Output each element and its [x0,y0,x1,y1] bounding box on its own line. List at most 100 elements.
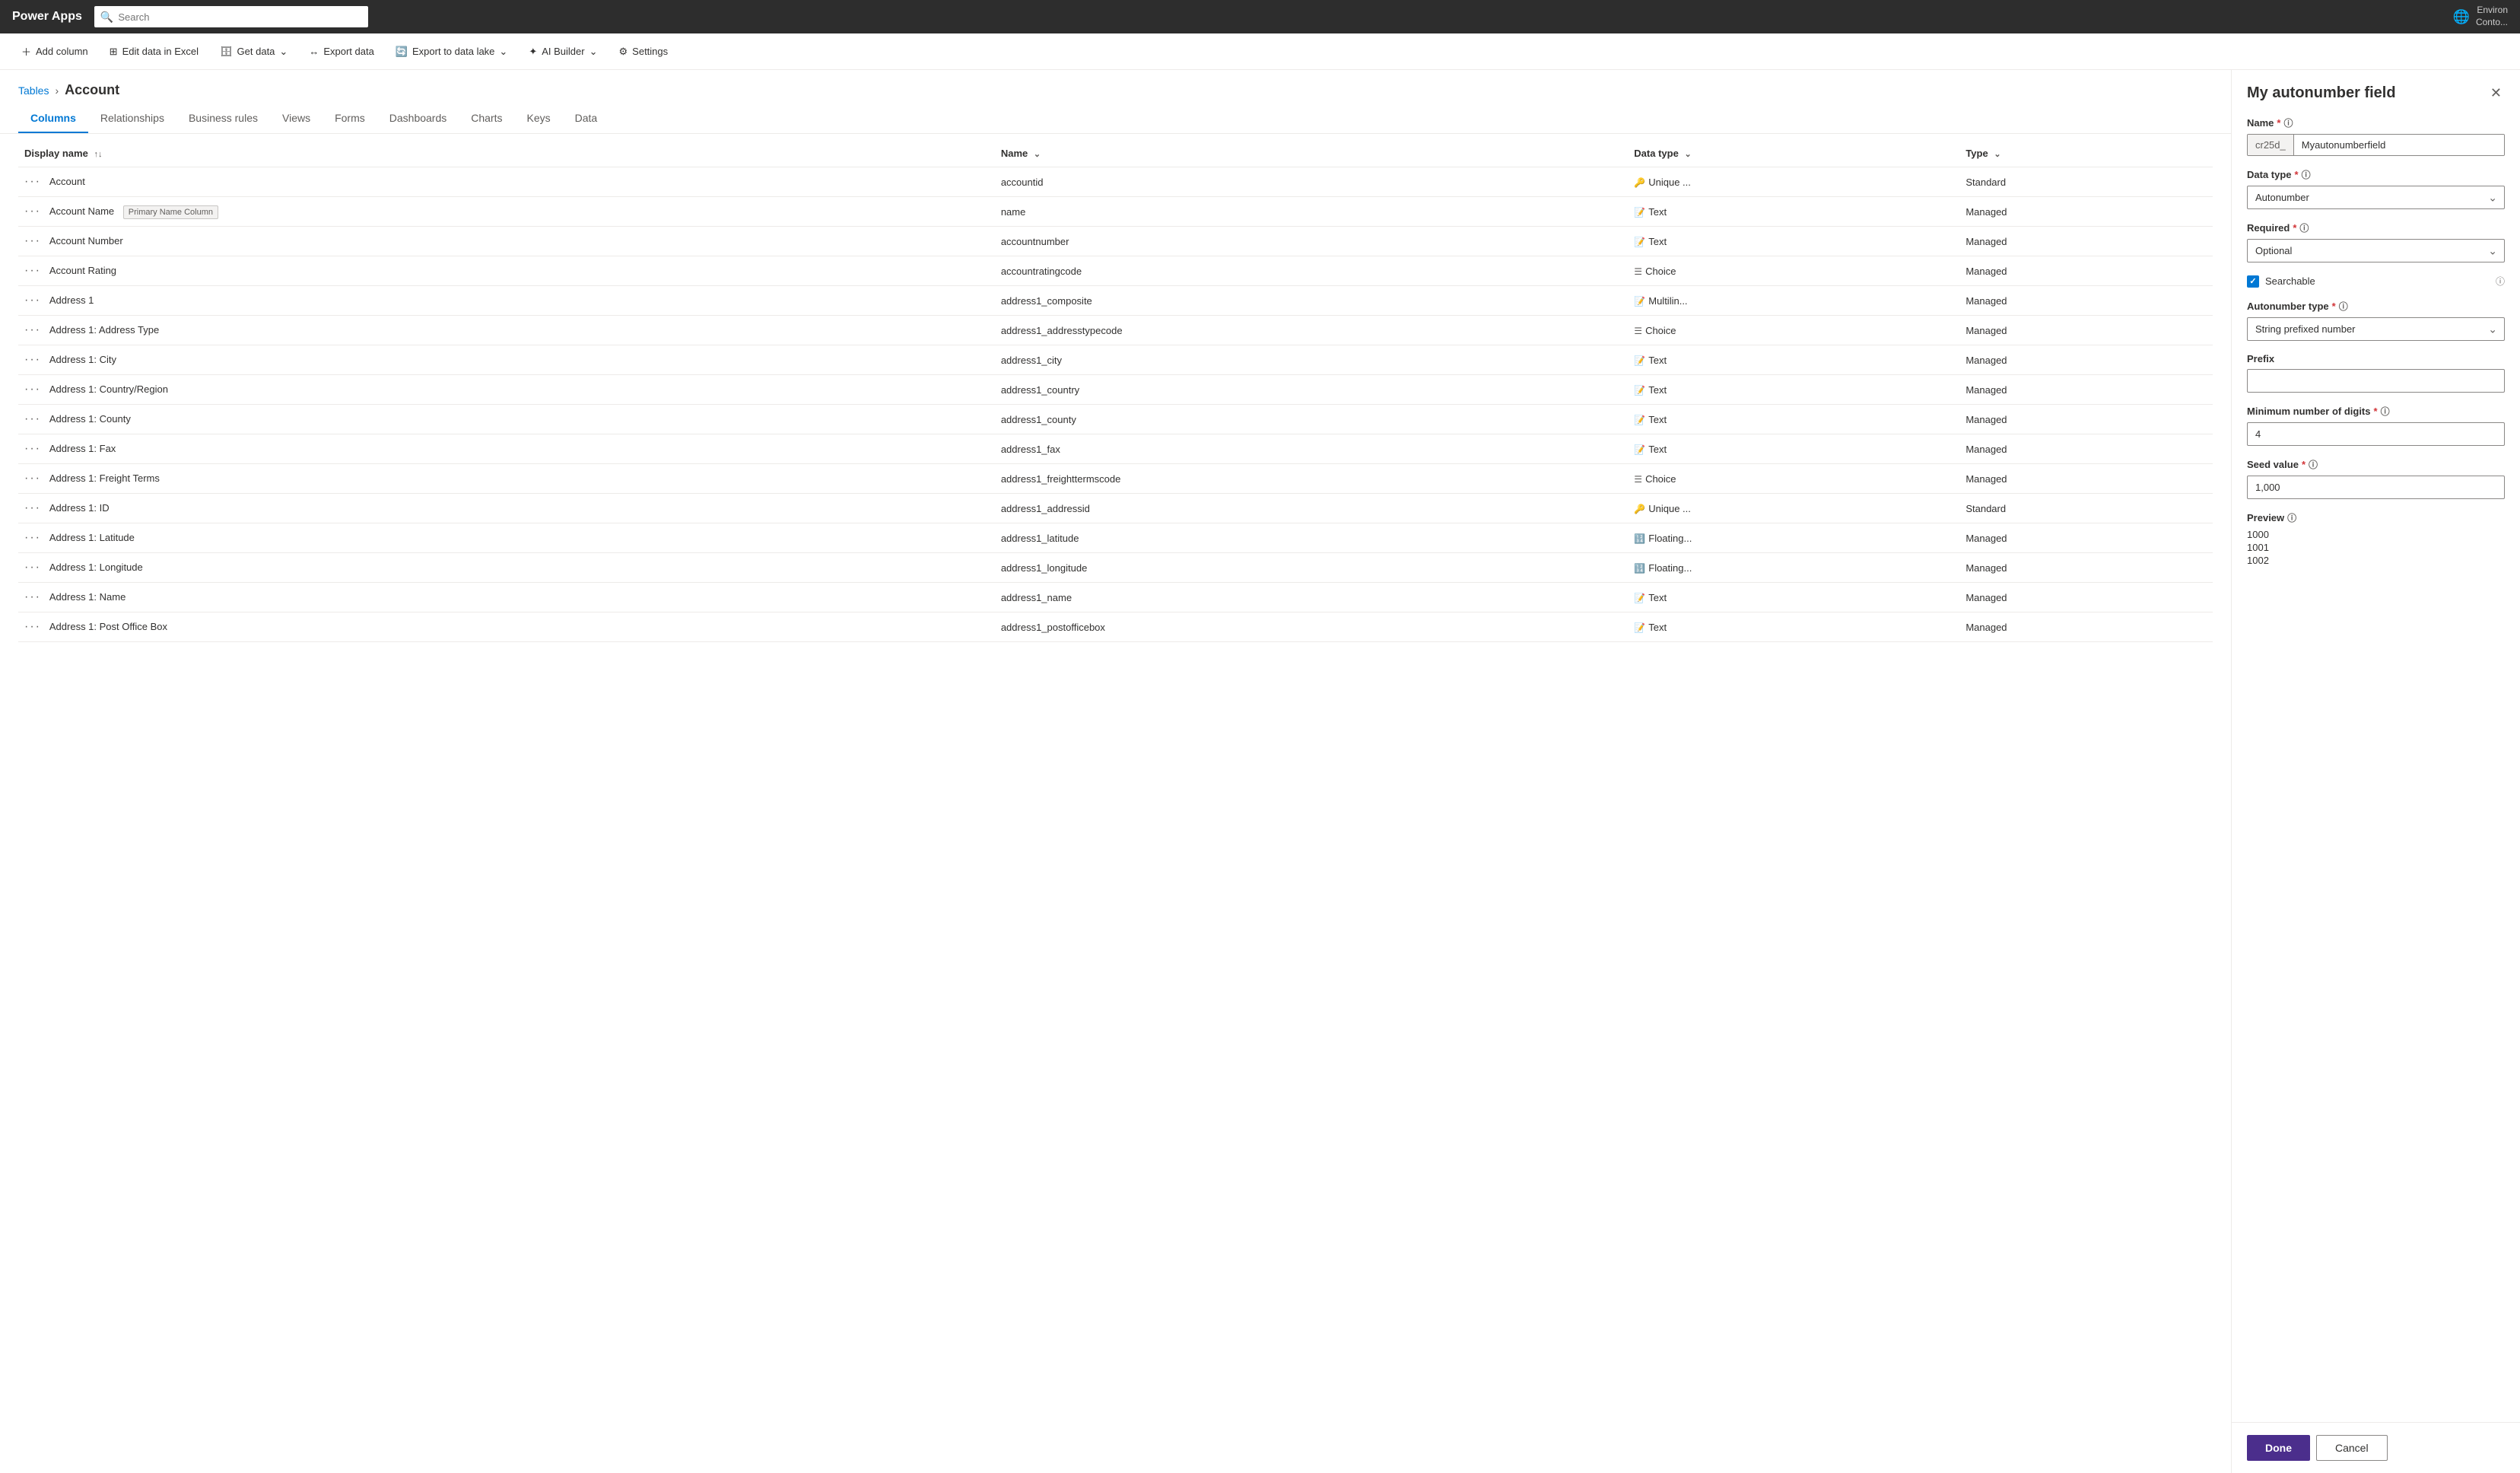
cell-display-name: ··· Address 1: ID [18,494,995,523]
settings-button[interactable]: ⚙ Settings [610,38,678,65]
cell-data-type: ☰Choice [1628,464,1959,494]
table-row: ··· Account Name Primary Name Column nam… [18,197,2213,227]
cell-type: Managed [1959,523,2213,553]
prefix-field-group: Prefix [2247,353,2505,393]
edit-excel-button[interactable]: ⊞ Edit data in Excel [100,38,208,65]
cell-display-name: ··· Address 1: Fax [18,434,995,464]
cell-type: Managed [1959,345,2213,375]
tab-keys[interactable]: Keys [515,104,563,133]
seed-input[interactable] [2247,476,2505,499]
dots-menu[interactable]: ··· [24,264,41,277]
cell-display-name: ··· Address 1: Name [18,583,995,612]
preview-info-icon[interactable]: ⓘ [2287,511,2296,524]
dots-menu[interactable]: ··· [24,205,41,218]
breadcrumb-tables-link[interactable]: Tables [18,84,49,97]
table-row: ··· Address 1: Address Type address1_add… [18,316,2213,345]
breadcrumb: Tables › Account [0,70,2231,98]
cell-name: address1_addressid [995,494,1628,523]
dots-menu[interactable]: ··· [24,501,41,514]
add-column-button[interactable]: ＋ Add column [12,38,97,65]
cell-name: address1_country [995,375,1628,405]
cancel-button[interactable]: Cancel [2316,1435,2388,1461]
cell-name: address1_addresstypecode [995,316,1628,345]
col-header-name[interactable]: Name ⌄ [995,140,1628,167]
tab-data[interactable]: Data [563,104,610,133]
preview-field-group: Preview ⓘ 100010011002 [2247,511,2505,566]
dots-menu[interactable]: ··· [24,294,41,307]
tab-views[interactable]: Views [270,104,323,133]
data-type-icon: 📝 [1634,296,1645,307]
dots-menu[interactable]: ··· [24,561,41,574]
name-input[interactable] [2294,135,2504,155]
seed-info-icon[interactable]: ⓘ [2309,458,2318,471]
data-type-select[interactable]: Autonumber [2247,186,2505,209]
cell-name: address1_postofficebox [995,612,1628,642]
search-box[interactable]: 🔍 [94,6,368,27]
autonumber-type-label: Autonumber type * ⓘ [2247,300,2505,313]
required-label: Required * ⓘ [2247,221,2505,234]
tab-business_rules[interactable]: Business rules [176,104,270,133]
dots-menu[interactable]: ··· [24,590,41,603]
search-icon: 🔍 [100,11,113,24]
app-brand: Power Apps [12,10,82,24]
table-row: ··· Address 1: Fax address1_fax 📝Text Ma… [18,434,2213,464]
required-select[interactable]: Optional Business required Business reco… [2247,239,2505,262]
cell-type: Managed [1959,227,2213,256]
get-data-button[interactable]: 🗄 Get data ⌄ [211,38,297,65]
cell-display-name: ··· Account Number [18,227,995,256]
dots-menu[interactable]: ··· [24,531,41,544]
autonumber-type-select[interactable]: String prefixed number Date prefixed num… [2247,317,2505,341]
data-type-icon: 📝 [1634,622,1645,633]
data-type-icon: 📝 [1634,385,1645,396]
name-info-icon[interactable]: ⓘ [2283,116,2293,129]
tab-relationships[interactable]: Relationships [88,104,176,133]
cell-display-name: ··· Address 1: County [18,405,995,434]
col-header-data-type[interactable]: Data type ⌄ [1628,140,1959,167]
autonumber-type-info-icon[interactable]: ⓘ [2339,300,2348,313]
export-data-button[interactable]: ↔ Export data [300,38,383,65]
tab-dashboards[interactable]: Dashboards [377,104,459,133]
cell-data-type: 📝Text [1628,375,1959,405]
dots-menu[interactable]: ··· [24,323,41,336]
panel-close-button[interactable]: ✕ [2487,82,2505,104]
tab-charts[interactable]: Charts [459,104,514,133]
cell-data-type: 🔑Unique ... [1628,494,1959,523]
cell-data-type: 📝Text [1628,405,1959,434]
data-type-required-star: * [2295,169,2299,180]
dots-menu[interactable]: ··· [24,412,41,425]
table-row: ··· Address 1: Country/Region address1_c… [18,375,2213,405]
preview-label: Preview ⓘ [2247,511,2505,524]
searchable-checkbox[interactable]: ✓ [2247,275,2259,288]
dots-menu[interactable]: ··· [24,175,41,188]
preview-value: 1002 [2247,555,2505,566]
dots-menu[interactable]: ··· [24,472,41,485]
dots-menu[interactable]: ··· [24,442,41,455]
search-input[interactable] [118,11,362,23]
check-icon: ✓ [2249,276,2256,286]
min-digits-label: Minimum number of digits * ⓘ [2247,405,2505,418]
dots-menu[interactable]: ··· [24,620,41,633]
cell-data-type: ☰Choice [1628,256,1959,286]
col-header-type[interactable]: Type ⌄ [1959,140,2213,167]
tab-columns[interactable]: Columns [18,104,88,133]
dots-menu[interactable]: ··· [24,234,41,247]
data-type-info-icon[interactable]: ⓘ [2302,168,2311,181]
dots-menu[interactable]: ··· [24,383,41,396]
tab-forms[interactable]: Forms [323,104,377,133]
prefix-input[interactable] [2247,369,2505,393]
dots-menu[interactable]: ··· [24,353,41,366]
export-lake-button[interactable]: 🔄 Export to data lake ⌄ [386,38,517,65]
seed-field-group: Seed value * ⓘ [2247,458,2505,499]
cell-name: address1_city [995,345,1628,375]
searchable-info-icon[interactable]: ⓘ [2496,275,2505,288]
required-select-wrapper: Optional Business required Business reco… [2247,239,2505,262]
required-info-icon[interactable]: ⓘ [2299,221,2309,234]
autonumber-type-field-group: Autonumber type * ⓘ String prefixed numb… [2247,300,2505,341]
min-digits-input[interactable] [2247,422,2505,446]
min-digits-field-group: Minimum number of digits * ⓘ [2247,405,2505,446]
col-header-display-name[interactable]: Display name ↑↓ [18,140,995,167]
ai-builder-button[interactable]: ✦ AI Builder ⌄ [520,38,606,65]
min-digits-info-icon[interactable]: ⓘ [2381,405,2390,418]
done-button[interactable]: Done [2247,1435,2310,1461]
cell-display-name: ··· Address 1: City [18,345,995,375]
